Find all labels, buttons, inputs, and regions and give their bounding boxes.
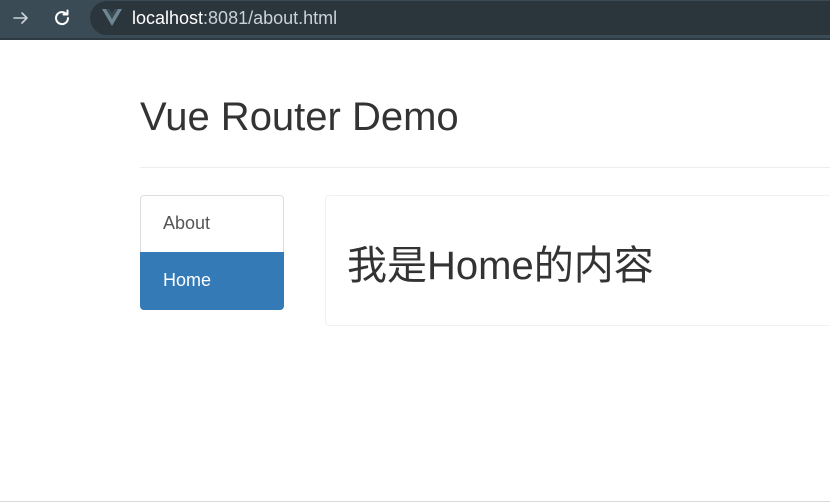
- nav-item-about[interactable]: About: [140, 195, 284, 253]
- browser-toolbar: localhost:8081/about.html: [0, 0, 830, 40]
- reload-button[interactable]: [49, 5, 75, 31]
- reload-icon: [55, 9, 70, 26]
- nav-item-home[interactable]: Home: [140, 252, 284, 310]
- vue-logo-icon: [102, 9, 122, 26]
- url-text[interactable]: localhost:8081/about.html: [132, 8, 337, 28]
- url-host: localhost: [132, 8, 204, 28]
- content-panel: 我是Home的内容: [325, 195, 830, 326]
- nav-list-group: About Home: [140, 195, 284, 310]
- page-title: Vue Router Demo: [140, 95, 459, 139]
- content-heading: 我是Home的内容: [347, 244, 654, 288]
- forward-button[interactable]: [8, 5, 34, 31]
- address-bar[interactable]: localhost:8081/about.html: [90, 1, 830, 35]
- url-path: :8081/about.html: [203, 8, 338, 28]
- page-header: Vue Router Demo: [140, 96, 830, 168]
- forward-arrow-icon: [13, 12, 28, 24]
